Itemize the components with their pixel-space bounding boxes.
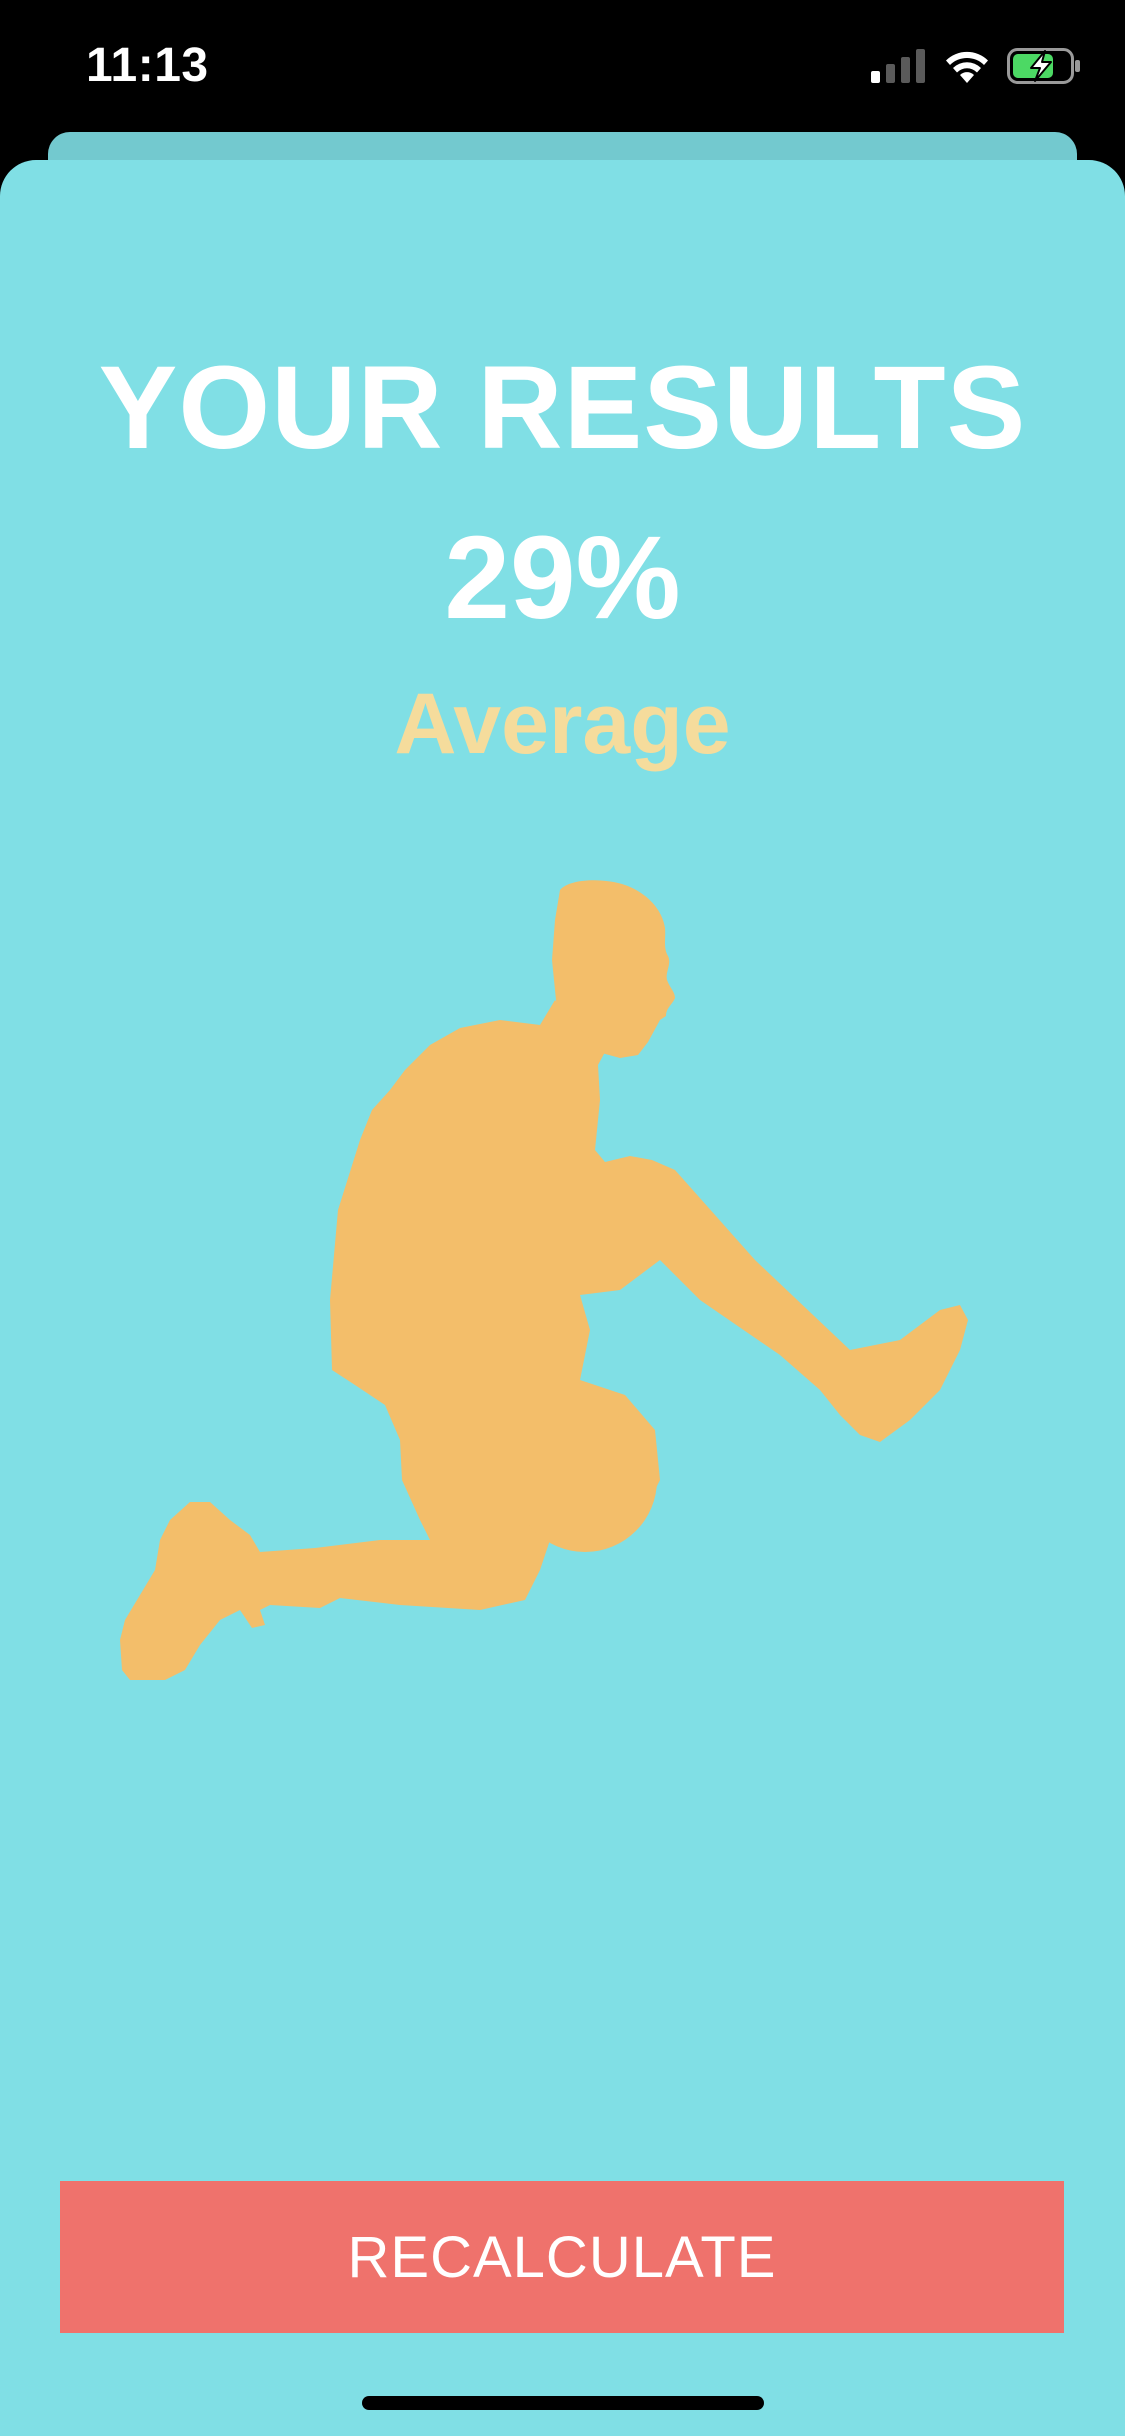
- basketball: [513, 1408, 657, 1552]
- basketball-player-illustration: [120, 880, 968, 1680]
- result-percentage: 29%: [444, 512, 681, 644]
- status-icons: [871, 48, 1081, 84]
- page-title: YOUR RESULTS: [98, 342, 1027, 474]
- result-rating: Average: [394, 676, 731, 772]
- home-indicator[interactable]: [362, 2396, 764, 2410]
- battery-charging-icon: [1007, 48, 1080, 84]
- cellular-signal-icon: [871, 49, 925, 83]
- player-body-shape: [120, 1000, 968, 1680]
- recalculate-button[interactable]: RECALCULATE: [60, 2181, 1064, 2333]
- status-time: 11:13: [86, 39, 209, 92]
- wifi-icon: [946, 51, 988, 83]
- status-bar: 11:13: [0, 0, 1125, 132]
